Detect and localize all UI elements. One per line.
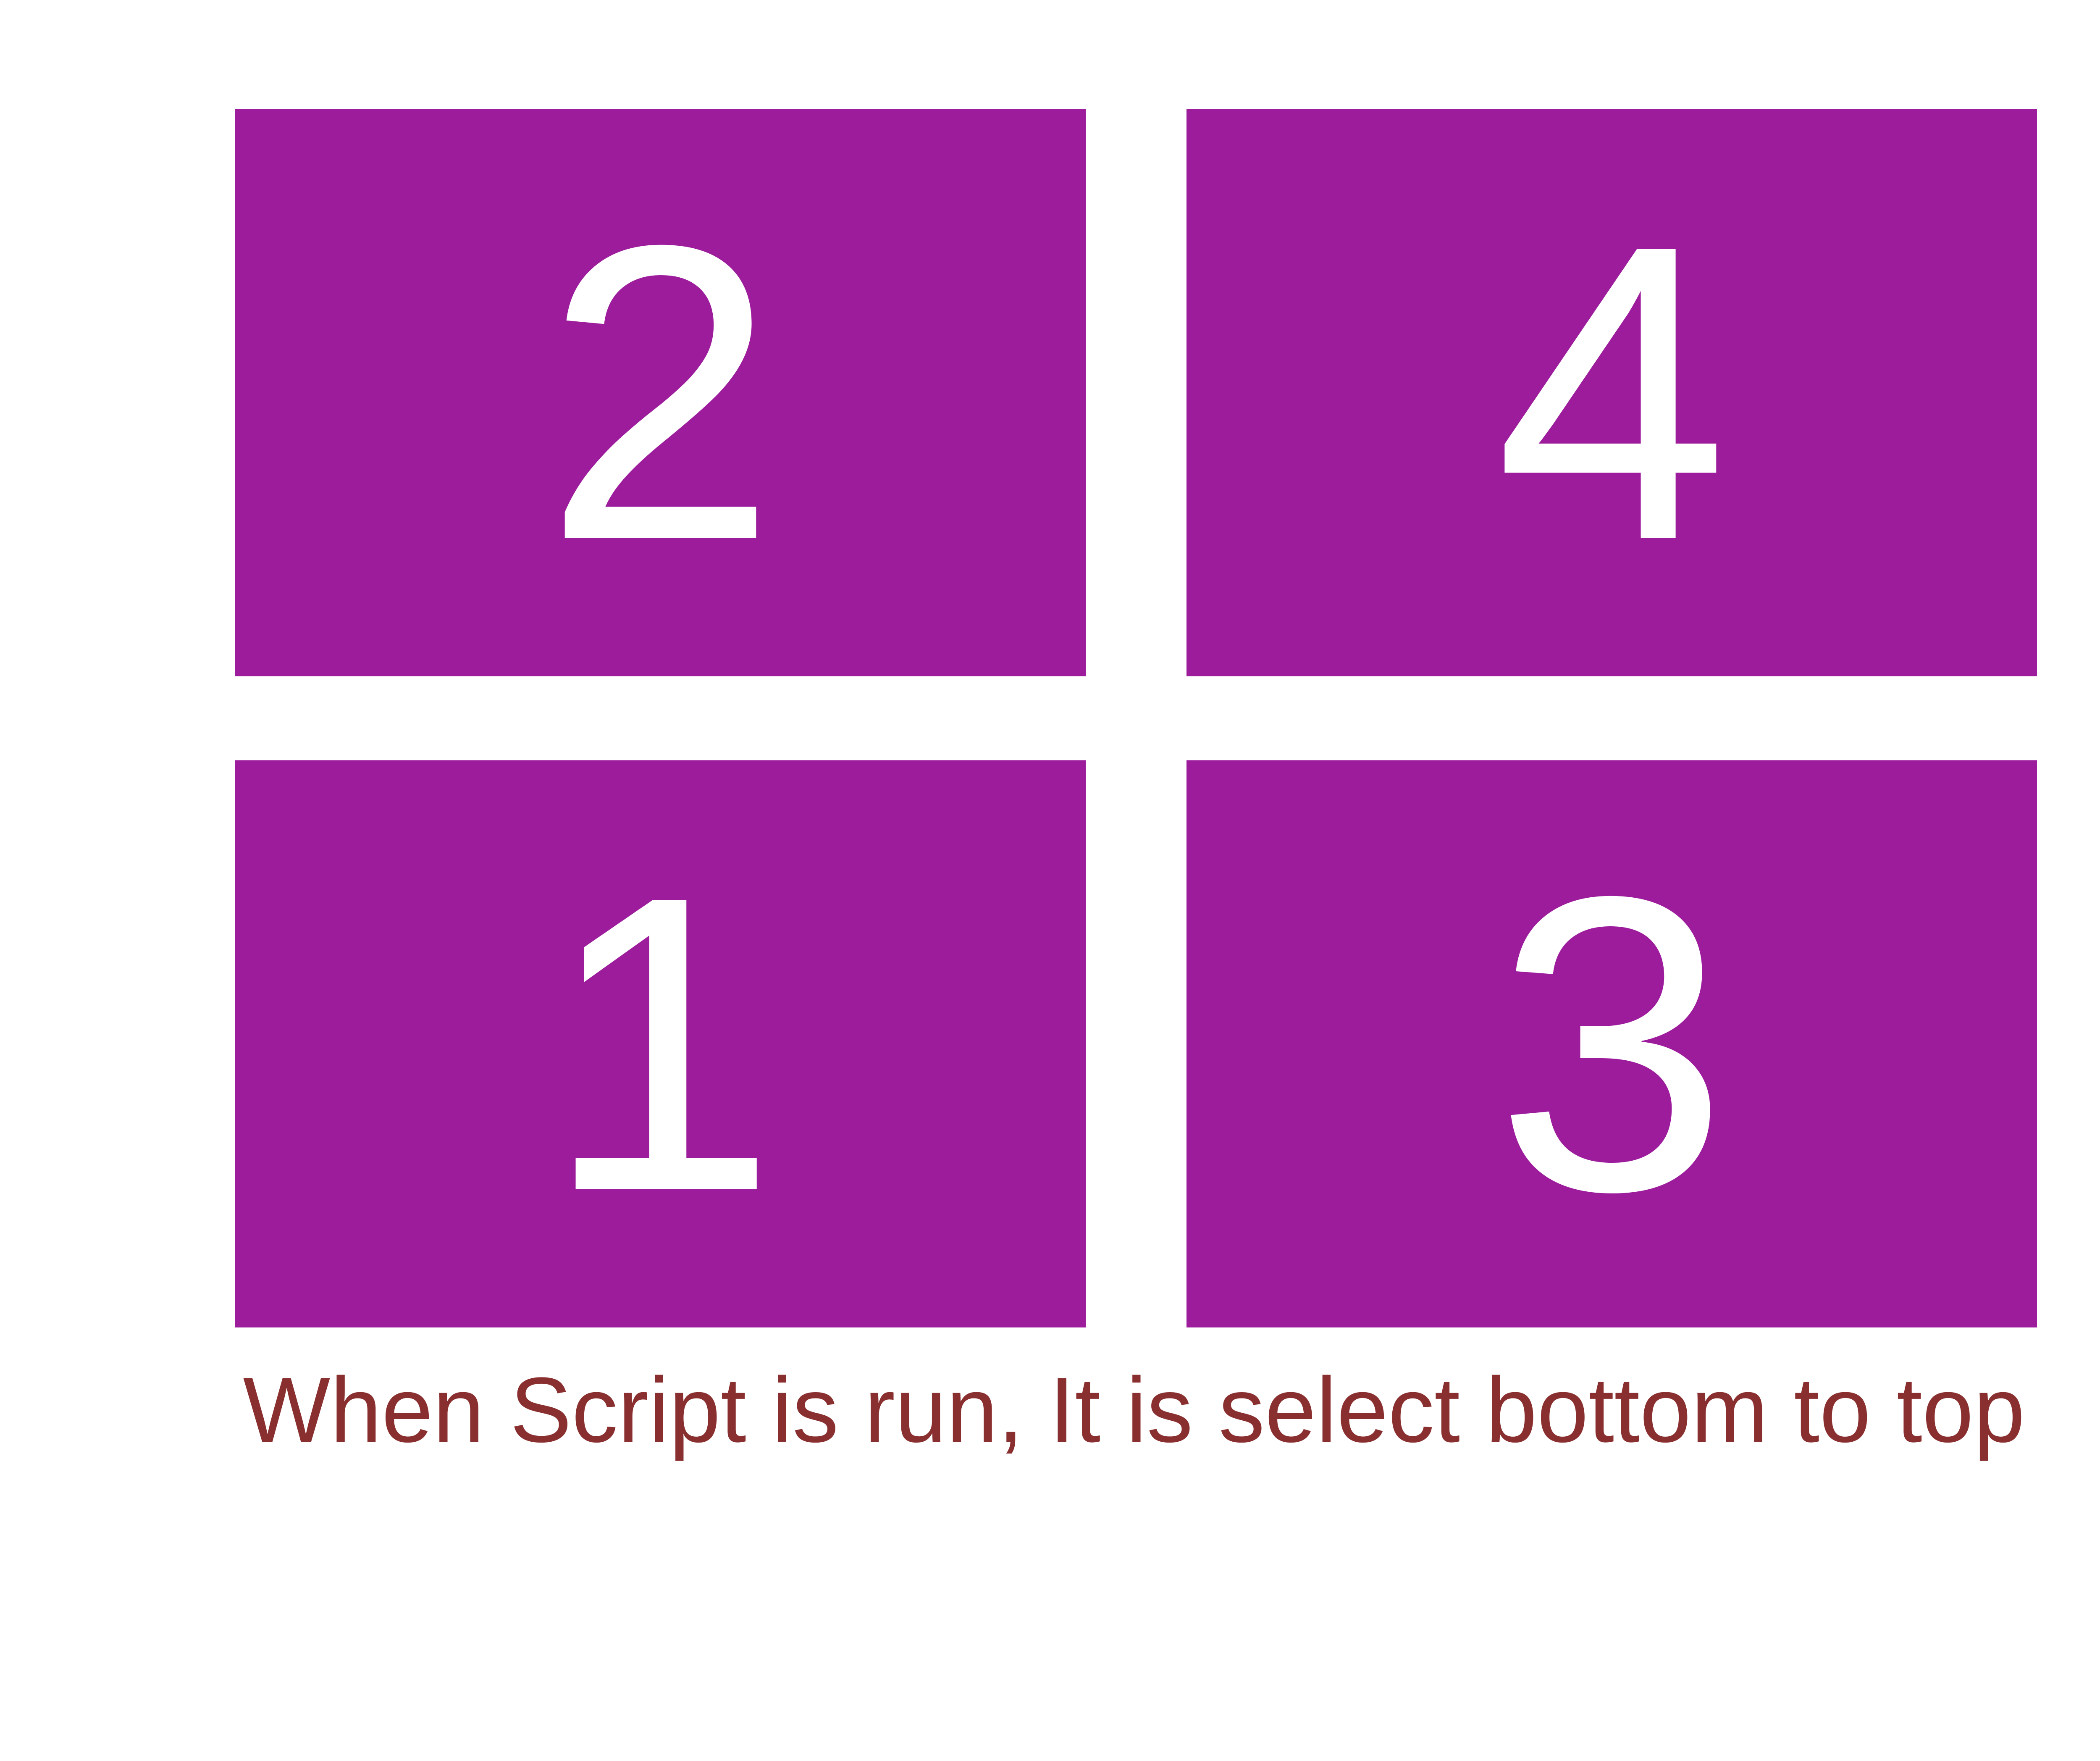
tile-grid: 2 4 1 3 — [235, 109, 2037, 1327]
tile-number: 4 — [1495, 183, 1728, 603]
tile-number: 1 — [543, 834, 777, 1254]
tile-number: 2 — [543, 183, 777, 603]
tile-number: 3 — [1495, 834, 1728, 1254]
tile-bottom-left: 1 — [235, 760, 1086, 1327]
caption-text: When Script is run, It is select bottom … — [0, 1357, 2100, 1463]
tile-top-left: 2 — [235, 109, 1086, 676]
tile-bottom-right: 3 — [1186, 760, 2037, 1327]
tile-top-right: 4 — [1186, 109, 2037, 676]
